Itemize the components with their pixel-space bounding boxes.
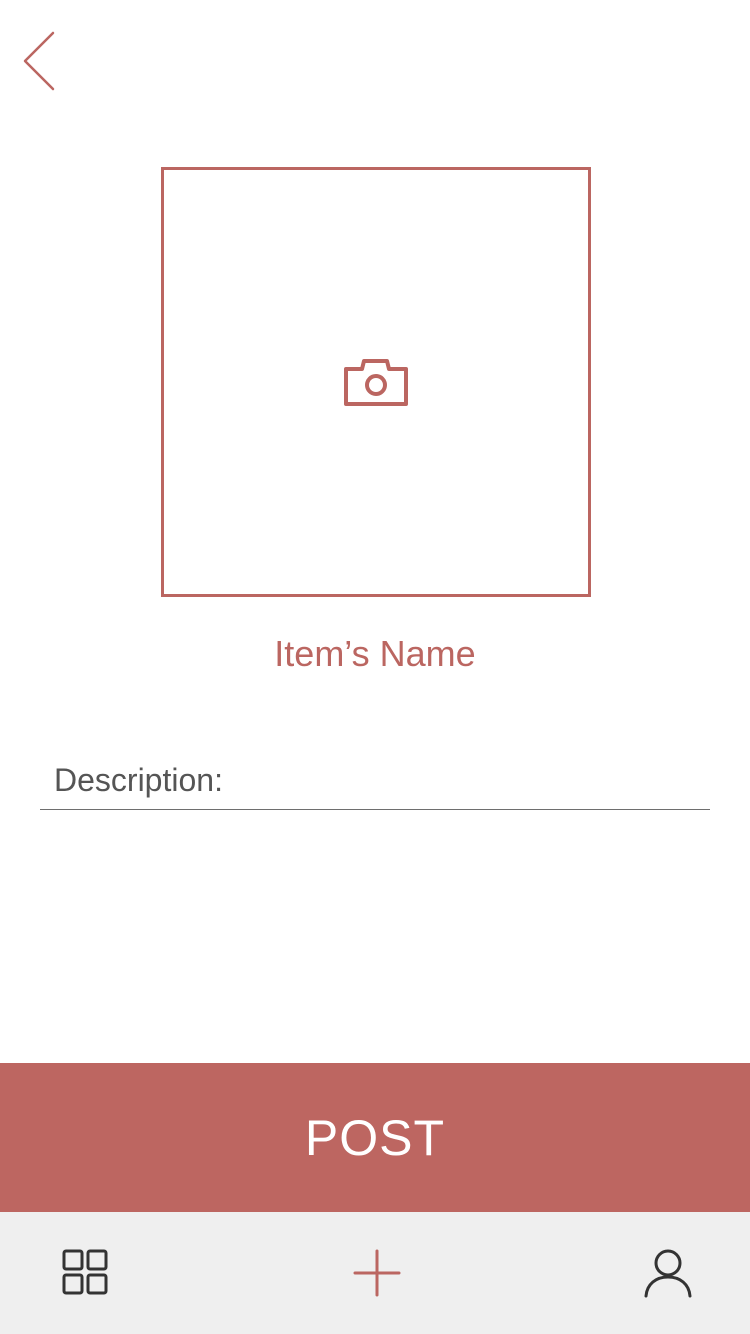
chevron-left-icon — [23, 31, 55, 91]
photo-upload-area[interactable] — [161, 167, 591, 597]
tab-add-item[interactable] — [317, 1212, 437, 1334]
new-item-screen: Item’s Name POST — [0, 0, 750, 1334]
description-input[interactable] — [54, 755, 694, 805]
plus-icon — [353, 1249, 401, 1297]
camera-icon — [343, 356, 409, 408]
tab-browse[interactable] — [26, 1212, 146, 1334]
grid-icon — [62, 1249, 108, 1295]
tab-bar — [0, 1212, 750, 1334]
item-name[interactable]: Item’s Name — [0, 632, 750, 676]
user-icon — [644, 1249, 692, 1298]
description-field[interactable] — [40, 755, 710, 810]
back-button[interactable] — [14, 26, 62, 96]
tab-profile[interactable] — [608, 1212, 728, 1334]
post-button[interactable]: POST — [0, 1063, 750, 1212]
